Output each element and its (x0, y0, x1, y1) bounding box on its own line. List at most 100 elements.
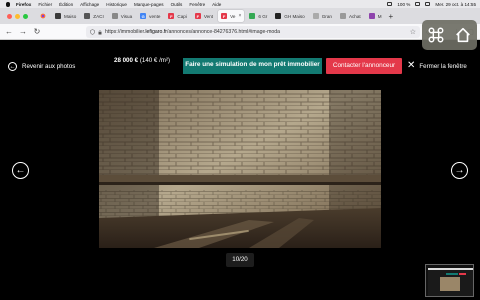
reload-icon[interactable]: ↻ (32, 27, 42, 37)
tab-label: 6 Gr (258, 13, 268, 19)
tab-label: vente (149, 13, 161, 19)
tab-label: Maiso (64, 13, 77, 19)
tab-9[interactable]: Gran (310, 10, 335, 22)
home-icon (456, 27, 471, 43)
bookmark-star-icon[interactable]: ☆ (410, 28, 416, 36)
tab-strip: Maiso ZACI Visua Gvente F Capi F Vent F Ve × 6 Gr GH… (0, 8, 480, 24)
apple-icon[interactable] (6, 1, 10, 7)
circle-arrow-right-icon: → (454, 165, 465, 176)
menu-affichage[interactable]: Affichage (80, 2, 99, 7)
screen-thumbnail[interactable] (425, 264, 474, 297)
close-icon: ✕ (407, 60, 416, 71)
menu-outils[interactable]: Outils (171, 2, 183, 7)
tab-7[interactable]: 6 Gr (246, 10, 270, 22)
tab-favicon-icon: F (168, 13, 175, 19)
back-to-photos-link[interactable]: ← Revenir aux photos (8, 62, 75, 71)
tab-label: Capi (177, 13, 187, 19)
battery-icon[interactable] (415, 2, 421, 6)
navigation-bar: ← → ↻ https://immobilier.lefigaro.fr/ann… (0, 24, 480, 40)
zoom-window-icon[interactable] (23, 13, 28, 19)
lock-icon[interactable] (98, 29, 102, 35)
menubar-clock[interactable]: Mer. 29 oct. à 14:55 (435, 2, 476, 7)
tab-list: Maiso ZACI Visua Gvente F Capi F Vent F Ve × 6 Gr GH… (52, 10, 387, 22)
tab-label: Achat (348, 13, 361, 19)
wifi-icon[interactable] (387, 2, 393, 6)
tab-favicon-icon (111, 13, 118, 19)
price-per-sqm: (140 € /m²) (139, 57, 171, 64)
tab-favicon-icon: F (221, 13, 228, 19)
contact-advertiser-label: Contacter l'annonceur (332, 62, 396, 69)
back-icon[interactable]: ← (4, 27, 14, 37)
menu-fenetre[interactable]: Fenêtre (189, 2, 205, 7)
tab-favicon-icon (84, 13, 91, 19)
thumbnail-preview (428, 268, 473, 296)
screen: Firefox Fichier Édition Affichage Histor… (0, 0, 480, 300)
url-bar[interactable]: https://immobilier.lefigaro.fr/annonces/… (86, 26, 420, 38)
menu-fichier[interactable]: Fichier (38, 2, 52, 7)
tab-label: GH Maiso (284, 13, 305, 19)
tab-11[interactable]: M (366, 10, 385, 22)
forward-icon[interactable]: → (18, 27, 28, 37)
tab-3[interactable]: Gvente (137, 10, 163, 22)
tab-4[interactable]: F Capi (165, 10, 189, 22)
next-photo-button[interactable]: → (451, 162, 468, 179)
photo-counter: 10/20 (226, 253, 254, 267)
firefox-view-icon[interactable] (40, 13, 46, 19)
contact-advertiser-button[interactable]: Contacter l'annonceur (326, 58, 402, 74)
price-value: 28 000 € (114, 57, 139, 64)
tab-label: ZACI (93, 13, 104, 19)
stone-wall-photo (99, 90, 381, 248)
tracking-protection-icon[interactable] (90, 29, 95, 35)
minimize-window-icon[interactable] (15, 13, 20, 19)
menu-historique[interactable]: Historique (106, 2, 127, 7)
url-text: https://immobilier.lefigaro.fr/annonces/… (105, 29, 281, 35)
menu-marque-pages[interactable]: Marque-pages (134, 2, 164, 7)
tab-favicon-icon (339, 13, 346, 19)
menu-edition[interactable]: Édition (59, 2, 73, 7)
close-viewer-button[interactable]: ✕ Fermer la fenêtre (407, 60, 467, 71)
tab-2[interactable]: Visua (109, 10, 135, 22)
tab-label: Vent (203, 13, 214, 19)
tab-favicon-icon: F (194, 13, 201, 19)
previous-photo-button[interactable]: ← (12, 162, 29, 179)
command-key-icon (428, 27, 444, 43)
tab-0[interactable]: Maiso (52, 10, 79, 22)
battery-percent[interactable]: 100 % (397, 2, 410, 7)
tab-favicon-icon (312, 13, 319, 19)
thumbnail-contact-button (459, 273, 466, 275)
close-viewer-label: Fermer la fenêtre (419, 62, 467, 70)
tab-favicon-icon (275, 13, 282, 19)
menubar-status: 100 % Mer. 29 oct. à 14:55 (387, 0, 476, 8)
loan-simulation-label: Faire une simulation de mon prêt immobil… (185, 61, 320, 68)
macos-menu-bar: Firefox Fichier Édition Affichage Histor… (0, 0, 480, 8)
loan-simulation-button[interactable]: Faire une simulation de mon prêt immobil… (183, 58, 322, 74)
circle-arrow-left-icon: ← (8, 62, 17, 71)
tab-favicon-icon (249, 13, 256, 19)
tab-1[interactable]: ZACI (81, 10, 106, 22)
window-controls (7, 13, 28, 19)
tab-8[interactable]: GH Maiso (272, 10, 307, 22)
tab-10[interactable]: Achat (337, 10, 364, 22)
tab-label: Ve (230, 13, 236, 19)
tab-label: M (377, 13, 382, 19)
tab-label: Visua (120, 13, 133, 19)
shortcut-overlay (422, 20, 477, 50)
thumbnail-header (428, 268, 473, 270)
tab-6[interactable]: F Ve × (218, 10, 245, 22)
listing-photo (99, 90, 381, 248)
close-window-icon[interactable] (7, 13, 12, 19)
close-tab-icon[interactable]: × (238, 13, 241, 19)
tab-favicon-icon (55, 13, 61, 19)
tab-5[interactable]: F Vent (192, 10, 216, 22)
tab-favicon-icon (368, 13, 375, 19)
thumbnail-sim-button (446, 273, 458, 275)
menu-app-firefox[interactable]: Firefox (16, 2, 31, 7)
menu-aide[interactable]: Aide (212, 2, 221, 7)
thumbnail-photo (440, 277, 460, 291)
tab-favicon-icon: G (140, 13, 147, 19)
tab-label: Gran (321, 13, 332, 19)
listing-price: 28 000 € (140 € /m²) (114, 56, 174, 66)
search-icon[interactable] (425, 2, 431, 6)
new-tab-button[interactable]: + (389, 12, 394, 21)
back-to-photos-label: Revenir aux photos (22, 63, 76, 70)
